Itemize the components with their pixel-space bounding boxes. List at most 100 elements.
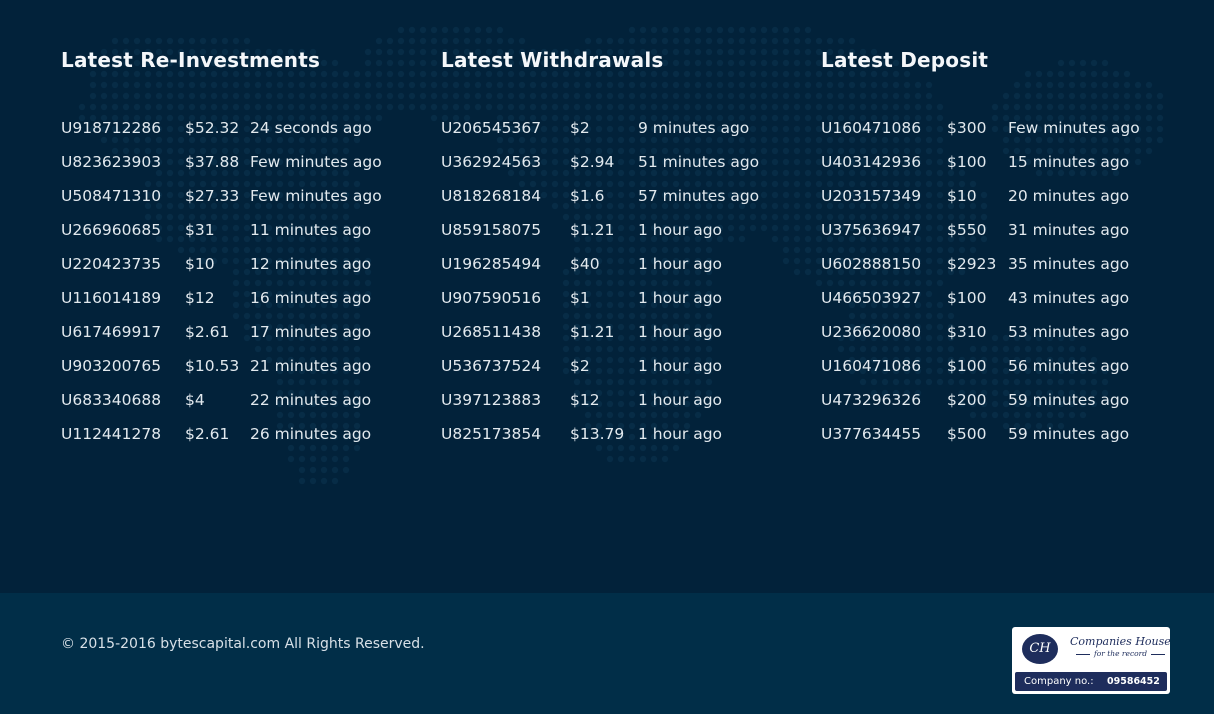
amount: $2	[570, 119, 590, 137]
amount: $300	[947, 119, 987, 137]
companies-house-logo-icon: CH	[1022, 634, 1058, 664]
account-id: U266960685	[61, 221, 162, 239]
amount: $2.94	[570, 153, 615, 171]
latest-transactions-section: Latest Re-Investments U918712286 $52.32 24…	[0, 0, 1214, 593]
time-ago: 11 minutes ago	[250, 221, 372, 239]
account-id: U220423735	[61, 255, 162, 273]
time-ago: 1 hour ago	[638, 323, 723, 341]
time-ago: 17 minutes ago	[250, 323, 372, 341]
account-id: U602888150	[821, 255, 922, 273]
amount: $4	[185, 391, 205, 409]
amount: $12	[570, 391, 600, 409]
amount: $12	[185, 289, 215, 307]
time-ago: 20 minutes ago	[1008, 187, 1130, 205]
amount: $1.6	[570, 187, 605, 205]
amount: $2.61	[185, 323, 230, 341]
account-id: U116014189	[61, 289, 162, 307]
time-ago: 1 hour ago	[638, 425, 723, 443]
badge-company-label: Company no.:	[1024, 676, 1094, 687]
time-ago: 9 minutes ago	[638, 119, 750, 137]
time-ago: 12 minutes ago	[250, 255, 372, 273]
badge-tagline: for the record	[1072, 649, 1156, 658]
time-ago: Few minutes ago	[250, 187, 382, 205]
account-id: U473296326	[821, 391, 922, 409]
time-ago: 1 hour ago	[638, 357, 723, 375]
account-id: U160471086	[821, 357, 922, 375]
account-id: U206545367	[441, 119, 542, 137]
account-id: U903200765	[61, 357, 162, 375]
time-ago: 53 minutes ago	[1008, 323, 1130, 341]
time-ago: 35 minutes ago	[1008, 255, 1130, 273]
time-ago: 22 minutes ago	[250, 391, 372, 409]
amount: $310	[947, 323, 987, 341]
time-ago: Few minutes ago	[250, 153, 382, 171]
account-id: U203157349	[821, 187, 922, 205]
amount: $10.53	[185, 357, 240, 375]
amount: $200	[947, 391, 987, 409]
account-id: U823623903	[61, 153, 162, 171]
time-ago: 1 hour ago	[638, 289, 723, 307]
account-id: U617469917	[61, 323, 162, 341]
amount: $2	[570, 357, 590, 375]
footer: © 2015-2016 bytescapital.com All Rights …	[0, 593, 1214, 714]
amount: $27.33	[185, 187, 240, 205]
amount: $550	[947, 221, 987, 239]
time-ago: 1 hour ago	[638, 391, 723, 409]
time-ago: 16 minutes ago	[250, 289, 372, 307]
time-ago: 1 hour ago	[638, 255, 723, 273]
account-id: U362924563	[441, 153, 542, 171]
time-ago: 31 minutes ago	[1008, 221, 1130, 239]
time-ago: 59 minutes ago	[1008, 425, 1130, 443]
account-id: U508471310	[61, 187, 162, 205]
amount: $40	[570, 255, 600, 273]
account-id: U375636947	[821, 221, 922, 239]
time-ago: Few minutes ago	[1008, 119, 1140, 137]
time-ago: 59 minutes ago	[1008, 391, 1130, 409]
account-id: U397123883	[441, 391, 542, 409]
amount: $10	[185, 255, 215, 273]
amount: $100	[947, 289, 987, 307]
badge-org-name: Companies House	[1070, 635, 1170, 648]
amount: $52.32	[185, 119, 240, 137]
account-id: U160471086	[821, 119, 922, 137]
account-id: U112441278	[61, 425, 162, 443]
time-ago: 56 minutes ago	[1008, 357, 1130, 375]
amount: $1.21	[570, 323, 615, 341]
time-ago: 1 hour ago	[638, 221, 723, 239]
time-ago: 15 minutes ago	[1008, 153, 1130, 171]
account-id: U907590516	[441, 289, 542, 307]
amount: $100	[947, 357, 987, 375]
amount: $500	[947, 425, 987, 443]
time-ago: 24 seconds ago	[250, 119, 372, 137]
account-id: U683340688	[61, 391, 162, 409]
withdrawals-title: Latest Withdrawals	[441, 48, 664, 72]
account-id: U196285494	[441, 255, 542, 273]
time-ago: 57 minutes ago	[638, 187, 760, 205]
amount: $10	[947, 187, 977, 205]
amount: $100	[947, 153, 987, 171]
time-ago: 26 minutes ago	[250, 425, 372, 443]
companies-house-badge[interactable]: CH Companies House for the record Compan…	[1012, 627, 1170, 694]
amount: $2.61	[185, 425, 230, 443]
amount: $13.79	[570, 425, 625, 443]
account-id: U268511438	[441, 323, 542, 341]
account-id: U918712286	[61, 119, 162, 137]
badge-company-number: 09586452	[1107, 676, 1160, 687]
copyright-text: © 2015-2016 bytescapital.com All Rights …	[61, 636, 425, 652]
amount: $31	[185, 221, 215, 239]
time-ago: 43 minutes ago	[1008, 289, 1130, 307]
amount: $1	[570, 289, 590, 307]
amount: $2923	[947, 255, 997, 273]
account-id: U236620080	[821, 323, 922, 341]
account-id: U536737524	[441, 357, 542, 375]
time-ago: 51 minutes ago	[638, 153, 760, 171]
amount: $1.21	[570, 221, 615, 239]
amount: $37.88	[185, 153, 240, 171]
account-id: U818268184	[441, 187, 542, 205]
account-id: U403142936	[821, 153, 922, 171]
deposits-title: Latest Deposit	[821, 48, 989, 72]
reinvestments-title: Latest Re-Investments	[61, 48, 321, 72]
account-id: U859158075	[441, 221, 542, 239]
account-id: U377634455	[821, 425, 922, 443]
time-ago: 21 minutes ago	[250, 357, 372, 375]
